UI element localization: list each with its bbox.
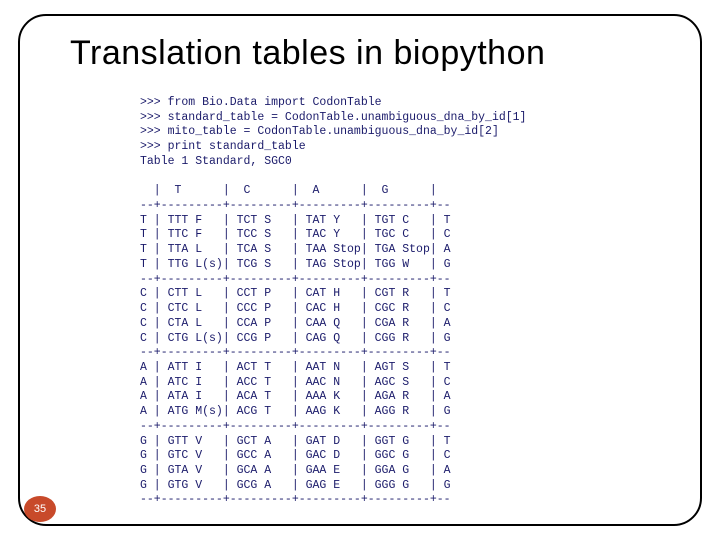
code-block: >>> from Bio.Data import CodonTable >>> …: [140, 96, 526, 508]
slide-title: Translation tables in biopython: [70, 34, 545, 73]
slide: Translation tables in biopython >>> from…: [0, 0, 720, 540]
page-number: 35: [34, 503, 46, 515]
page-number-badge: 35: [24, 496, 56, 522]
